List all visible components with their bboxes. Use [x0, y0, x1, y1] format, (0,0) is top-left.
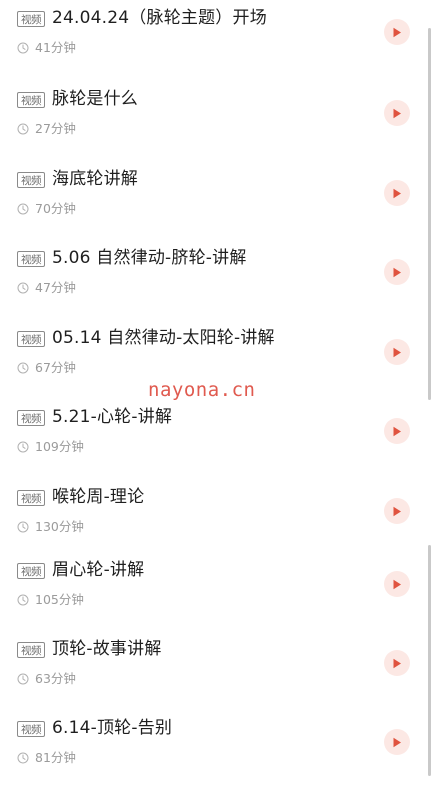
clock-icon	[17, 42, 29, 54]
episode-title: 脉轮是什么	[52, 89, 138, 109]
list-item[interactable]: 视频 喉轮周-理论 130分钟	[0, 487, 433, 560]
episode-duration: 67分钟	[35, 360, 76, 375]
video-tag: 视频	[17, 172, 45, 188]
video-tag: 视频	[17, 563, 45, 579]
episode-duration: 109分钟	[35, 439, 84, 454]
play-icon	[393, 267, 401, 277]
play-icon	[393, 426, 401, 436]
episode-meta: 81分钟	[17, 750, 76, 766]
play-button[interactable]	[384, 339, 410, 365]
episode-meta: 41分钟	[17, 40, 76, 56]
episode-duration: 27分钟	[35, 121, 76, 136]
video-tag: 视频	[17, 92, 45, 108]
scrollbar-thumb-bottom[interactable]	[428, 545, 431, 776]
play-button[interactable]	[384, 650, 410, 676]
play-button[interactable]	[384, 259, 410, 285]
list-item[interactable]: 视频 5.21-心轮-讲解 109分钟	[0, 407, 433, 480]
clock-icon	[17, 673, 29, 685]
play-button[interactable]	[384, 180, 410, 206]
clock-icon	[17, 123, 29, 135]
episode-meta: 130分钟	[17, 519, 84, 535]
clock-icon	[17, 203, 29, 215]
play-icon	[393, 188, 401, 198]
play-icon	[393, 658, 401, 668]
episode-duration: 41分钟	[35, 40, 76, 55]
episode-title: 海底轮讲解	[52, 169, 138, 189]
episode-title: 5.06 自然律动-脐轮-讲解	[52, 248, 247, 268]
list-item[interactable]: 视频 顶轮-故事讲解 63分钟	[0, 639, 433, 712]
video-tag: 视频	[17, 490, 45, 506]
episode-meta: 105分钟	[17, 592, 84, 608]
video-tag: 视频	[17, 410, 45, 426]
episode-duration: 47分钟	[35, 280, 76, 295]
play-button[interactable]	[384, 729, 410, 755]
play-button[interactable]	[384, 498, 410, 524]
play-icon	[393, 108, 401, 118]
episode-duration: 63分钟	[35, 671, 76, 686]
video-tag: 视频	[17, 11, 45, 27]
clock-icon	[17, 441, 29, 453]
episode-meta: 27分钟	[17, 121, 76, 137]
play-button[interactable]	[384, 100, 410, 126]
play-icon	[393, 506, 401, 516]
episode-title: 05.14 自然律动-太阳轮-讲解	[52, 328, 275, 348]
episode-meta: 47分钟	[17, 280, 76, 296]
scrollbar-thumb-top[interactable]	[428, 28, 431, 400]
video-tag: 视频	[17, 642, 45, 658]
episode-meta: 70分钟	[17, 201, 76, 217]
list-item[interactable]: 视频 6.14-顶轮-告别 81分钟	[0, 718, 433, 791]
clock-icon	[17, 282, 29, 294]
episode-duration: 81分钟	[35, 750, 76, 765]
episode-meta: 63分钟	[17, 671, 76, 687]
episode-duration: 70分钟	[35, 201, 76, 216]
list-item[interactable]: 视频 24.04.24（脉轮主题）开场 41分钟	[0, 8, 433, 81]
episode-meta: 67分钟	[17, 360, 76, 376]
clock-icon	[17, 594, 29, 606]
play-icon	[393, 27, 401, 37]
play-button[interactable]	[384, 19, 410, 45]
clock-icon	[17, 521, 29, 533]
episode-duration: 105分钟	[35, 592, 84, 607]
list-item[interactable]: 视频 5.06 自然律动-脐轮-讲解 47分钟	[0, 248, 433, 321]
list-item[interactable]: 视频 眉心轮-讲解 105分钟	[0, 560, 433, 633]
clock-icon	[17, 362, 29, 374]
watermark-text: nayona.cn	[148, 379, 256, 401]
video-tag: 视频	[17, 721, 45, 737]
clock-icon	[17, 752, 29, 764]
play-icon	[393, 347, 401, 357]
list-item[interactable]: 视频 海底轮讲解 70分钟	[0, 169, 433, 242]
play-icon	[393, 737, 401, 747]
episode-meta: 109分钟	[17, 439, 84, 455]
episode-title: 顶轮-故事讲解	[52, 639, 162, 659]
episode-title: 喉轮周-理论	[52, 487, 145, 507]
play-button[interactable]	[384, 418, 410, 444]
video-tag: 视频	[17, 251, 45, 267]
play-icon	[393, 579, 401, 589]
episode-title: 24.04.24（脉轮主题）开场	[52, 8, 267, 28]
list-item[interactable]: 视频 脉轮是什么 27分钟	[0, 89, 433, 162]
video-tag: 视频	[17, 331, 45, 347]
episode-title: 眉心轮-讲解	[52, 560, 145, 580]
episode-duration: 130分钟	[35, 519, 84, 534]
episode-title: 6.14-顶轮-告别	[52, 718, 173, 738]
episode-title: 5.21-心轮-讲解	[52, 407, 173, 427]
play-button[interactable]	[384, 571, 410, 597]
